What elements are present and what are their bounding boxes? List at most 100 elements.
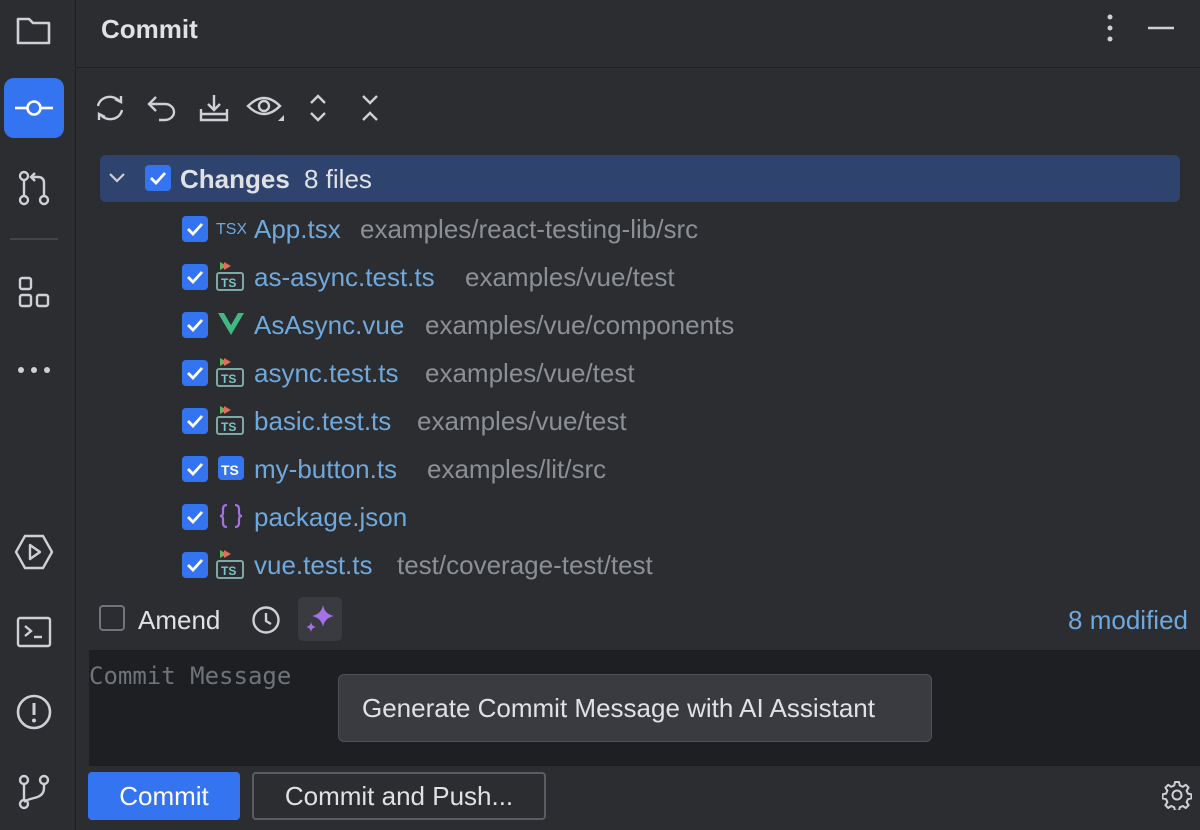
ai-sparkle-icon: [306, 605, 334, 632]
ai-tooltip: Generate Commit Message with AI Assistan…: [338, 674, 932, 742]
terminal-icon: [16, 616, 52, 648]
ts-test-icon: TS: [216, 357, 246, 387]
file-checkbox[interactable]: [182, 360, 208, 386]
amend-row: Amend 8 modified: [77, 596, 1200, 644]
file-row[interactable]: AsAsync.vue examples/vue/components: [180, 299, 1180, 347]
changes-checkbox[interactable]: [145, 165, 171, 191]
rollback-icon: [147, 96, 176, 122]
tool-window-header: Commit: [77, 0, 1200, 68]
commit-options-button[interactable]: [1160, 778, 1194, 812]
more-horizontal-icon: [18, 367, 50, 373]
file-row[interactable]: TS async.test.ts examples/vue/test: [180, 347, 1180, 395]
tooltip-text: Generate Commit Message with AI Assistan…: [362, 693, 875, 723]
changes-label: Changes: [180, 164, 290, 194]
tool-window-title: Commit: [101, 14, 198, 44]
file-name: as-async.test.ts: [254, 262, 435, 292]
folder-icon: [16, 17, 51, 45]
problems-icon: [16, 694, 52, 730]
collapse-all-icon: [362, 95, 378, 121]
commit-icon: [15, 100, 53, 116]
commit-tool-window: Commit Changes 8 files TSX App.tsx examp…: [0, 0, 1200, 830]
commit-and-push-button[interactable]: Commit and Push...: [252, 772, 546, 820]
check-icon: [187, 511, 204, 524]
tsx-icon: TSX: [216, 213, 246, 243]
ts-test-icon: TS: [216, 405, 246, 435]
problems-tool-button[interactable]: [4, 682, 64, 742]
refresh-button[interactable]: [90, 86, 130, 130]
ts-icon: TS: [216, 453, 246, 483]
terminal-tool-button[interactable]: [4, 602, 64, 662]
structure-tool-button[interactable]: [4, 262, 64, 322]
file-checkbox[interactable]: [182, 216, 208, 242]
commit-button[interactable]: Commit: [88, 772, 240, 820]
structure-icon: [18, 276, 50, 308]
check-icon: [187, 319, 204, 332]
file-row[interactable]: TS my-button.ts examples/lit/src: [180, 443, 1180, 491]
chevron-down-icon[interactable]: [108, 171, 126, 185]
file-checkbox[interactable]: [182, 552, 208, 578]
expand-all-icon: [310, 94, 326, 122]
svg-text:TS: TS: [221, 462, 239, 478]
file-path: examples/lit/src: [427, 454, 607, 484]
view-options-button[interactable]: [246, 86, 286, 130]
shelve-button[interactable]: [194, 86, 234, 130]
file-name: App.tsx: [254, 214, 341, 244]
collapse-all-button[interactable]: [350, 86, 390, 130]
shelve-icon: [199, 95, 229, 122]
rollback-button[interactable]: [142, 86, 182, 130]
svg-text:TS: TS: [221, 276, 236, 290]
git-tool-button[interactable]: [4, 762, 64, 822]
options-menu-button[interactable]: [1092, 10, 1128, 46]
file-checkbox[interactable]: [182, 312, 208, 338]
file-row[interactable]: package.json: [180, 491, 1180, 539]
commit-actions-bar: Commit Commit and Push...: [77, 766, 1200, 830]
file-row[interactable]: TS basic.test.ts examples/vue/test: [180, 395, 1180, 443]
refresh-icon: [96, 95, 124, 121]
check-icon: [187, 271, 204, 284]
expand-all-button[interactable]: [298, 86, 338, 130]
editor-gutter: [77, 650, 89, 766]
tool-window-stripe: [0, 0, 76, 830]
project-tool-button[interactable]: [4, 0, 64, 60]
svg-text:TS: TS: [221, 372, 236, 386]
amend-checkbox[interactable]: [99, 605, 125, 631]
commit-tool-button[interactable]: [4, 78, 64, 138]
check-icon: [187, 559, 204, 572]
file-row[interactable]: TS vue.test.ts test/coverage-test/test: [180, 539, 1180, 587]
file-name: my-button.ts: [254, 454, 398, 484]
file-name: vue.test.ts: [254, 550, 373, 580]
check-icon: [187, 463, 204, 476]
file-path: examples/vue/components: [425, 310, 735, 340]
file-row[interactable]: TSX App.tsx examples/react-testing-lib/s…: [180, 203, 1180, 251]
stripe-divider: [10, 238, 58, 240]
pull-request-icon: [18, 170, 50, 206]
check-icon: [150, 172, 167, 185]
file-checkbox[interactable]: [182, 456, 208, 482]
svg-text:TS: TS: [221, 420, 236, 434]
minimize-icon: [1148, 26, 1174, 30]
changes-group-row[interactable]: Changes 8 files: [100, 155, 1180, 202]
file-checkbox[interactable]: [182, 408, 208, 434]
hide-window-button[interactable]: [1143, 10, 1179, 46]
commit-message-placeholder: Commit Message: [89, 662, 292, 690]
file-checkbox[interactable]: [182, 504, 208, 530]
changes-count: 8 files: [304, 164, 372, 194]
ai-generate-message-button[interactable]: [298, 597, 342, 641]
check-icon: [187, 367, 204, 380]
check-icon: [187, 415, 204, 428]
eye-icon: [246, 96, 284, 121]
commit-history-button[interactable]: [248, 602, 284, 638]
services-tool-button[interactable]: [4, 522, 64, 582]
more-vertical-icon: [1107, 14, 1113, 42]
ts-test-icon: TS: [216, 549, 246, 579]
file-path: test/coverage-test/test: [397, 550, 653, 580]
amend-label[interactable]: Amend: [138, 605, 220, 636]
file-name: package.json: [254, 502, 408, 532]
file-path: examples/vue/test: [417, 406, 627, 436]
vue-icon: [216, 309, 246, 339]
file-row[interactable]: TS as-async.test.ts examples/vue/test: [180, 251, 1180, 299]
file-checkbox[interactable]: [182, 264, 208, 290]
file-path: examples/vue/test: [425, 358, 635, 388]
pull-requests-tool-button[interactable]: [4, 158, 64, 218]
more-tools-button[interactable]: [4, 340, 64, 400]
